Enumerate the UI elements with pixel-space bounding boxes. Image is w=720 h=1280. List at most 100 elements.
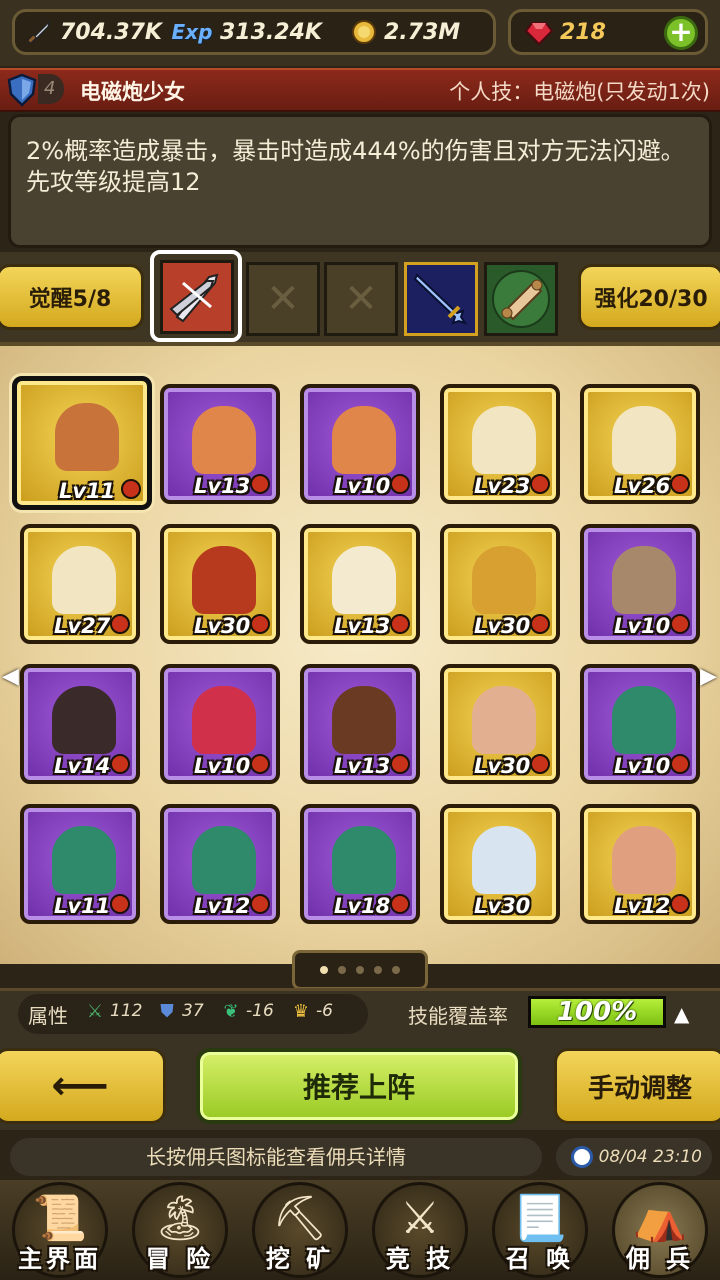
nav-label: 竞 技 xyxy=(385,1245,455,1273)
unit-level: Lv10 xyxy=(614,614,671,638)
page-dot[interactable] xyxy=(392,966,400,974)
unit-card[interactable]: Lv13 xyxy=(160,384,280,504)
exp-resource: Exp 313.24K xyxy=(170,14,322,50)
exp-icon: Exp xyxy=(171,20,213,44)
page-dot[interactable] xyxy=(320,966,328,974)
unit-level: Lv12 xyxy=(194,894,251,918)
unit-portrait xyxy=(332,826,396,894)
attr-power: ⚔ 112 xyxy=(84,1000,143,1022)
unit-portrait xyxy=(472,406,536,474)
expand-up-icon[interactable]: ▲ xyxy=(674,1002,689,1026)
unit-badge-icon xyxy=(250,614,270,634)
unit-badge-icon xyxy=(530,474,550,494)
unit-level: Lv18 xyxy=(334,894,391,918)
nav-summon[interactable]: 📃 召 唤 xyxy=(480,1180,600,1280)
nav-mercenary[interactable]: ⛺ 佣 兵 xyxy=(600,1180,720,1280)
attack-resource: 704.37K xyxy=(24,14,162,50)
unit-level: Lv13 xyxy=(194,474,251,498)
page-dot[interactable] xyxy=(374,966,382,974)
unit-portrait xyxy=(52,546,116,614)
manual-adjust-button[interactable]: 手动调整 xyxy=(554,1048,720,1124)
unit-badge-icon xyxy=(110,614,130,634)
unit-card[interactable]: Lv26 xyxy=(580,384,700,504)
nav-mining[interactable]: ⛏ 挖 矿 xyxy=(240,1180,360,1280)
recommend-button[interactable]: 推荐上阵 xyxy=(196,1048,522,1124)
back-button[interactable]: ⟵ xyxy=(0,1048,166,1124)
unit-badge-icon xyxy=(530,754,550,774)
nav-label: 主界面 xyxy=(18,1245,102,1273)
unit-badge-icon xyxy=(390,474,410,494)
unit-level: Lv30 xyxy=(474,894,531,918)
unit-portrait xyxy=(612,546,676,614)
back-arrow-icon: ⟵ xyxy=(51,1063,109,1109)
unit-portrait xyxy=(192,826,256,894)
unit-card[interactable]: Lv18 xyxy=(300,804,420,924)
unit-card[interactable]: Lv30 xyxy=(440,664,560,784)
nav-main[interactable]: 📜 主界面 xyxy=(0,1180,120,1280)
enhance-button[interactable]: 强化20/30 xyxy=(578,264,720,330)
unit-badge-icon xyxy=(250,754,270,774)
unit-level: Lv30 xyxy=(474,754,531,778)
unit-level: Lv14 xyxy=(54,754,111,778)
equip-slot-4[interactable] xyxy=(404,262,478,336)
gem-value: 218 xyxy=(560,19,606,45)
unit-level: Lv10 xyxy=(614,754,671,778)
unit-portrait xyxy=(192,686,256,754)
unit-badge-icon xyxy=(390,894,410,914)
empty-slot-icon: ✕ xyxy=(266,276,300,322)
unit-card[interactable]: Lv10 xyxy=(580,524,700,644)
unit-card[interactable]: Lv30 xyxy=(440,804,560,924)
unit-portrait xyxy=(332,406,396,474)
equip-slot-5[interactable] xyxy=(484,262,558,336)
selection-frame xyxy=(150,250,242,342)
unit-level: Lv30 xyxy=(474,614,531,638)
unit-card[interactable]: Lv13 xyxy=(300,664,420,784)
unit-card[interactable]: Lv12 xyxy=(580,804,700,924)
personal-skill: 个人技：电磁炮(只发动1次) xyxy=(449,80,710,104)
awaken-button[interactable]: 觉醒5/8 xyxy=(0,264,144,330)
unit-card[interactable]: Lv10 xyxy=(160,664,280,784)
unit-portrait xyxy=(192,406,256,474)
unit-card[interactable]: Lv11 xyxy=(12,376,152,510)
unit-card[interactable]: Lv11 xyxy=(20,804,140,924)
unit-card[interactable]: Lv13 xyxy=(300,524,420,644)
nav-arena[interactable]: ⚔ 竞 技 xyxy=(360,1180,480,1280)
unit-card[interactable]: Lv10 xyxy=(580,664,700,784)
page-indicator xyxy=(292,950,428,990)
page-right-arrow[interactable]: ▶ xyxy=(700,664,717,689)
unit-portrait xyxy=(55,403,119,471)
unit-badge-icon xyxy=(121,479,141,499)
page-dot[interactable] xyxy=(338,966,346,974)
unit-level: Lv11 xyxy=(54,894,111,918)
hint-text: 长按佣兵图标能查看佣兵详情 xyxy=(10,1138,542,1176)
equip-slot-3[interactable]: ✕ xyxy=(324,262,398,336)
unit-level: Lv10 xyxy=(194,754,251,778)
unit-badge-icon xyxy=(670,894,690,914)
page-dot[interactable] xyxy=(356,966,364,974)
unit-portrait xyxy=(332,546,396,614)
unit-badge-icon xyxy=(670,754,690,774)
equip-slot-2[interactable]: ✕ xyxy=(246,262,320,336)
unit-card[interactable]: Lv27 xyxy=(20,524,140,644)
crown-icon: ♛ xyxy=(292,1000,310,1022)
attr-speed-value: -16 xyxy=(246,1001,274,1021)
page-left-arrow[interactable]: ◀ xyxy=(2,664,19,689)
nav-label: 挖 矿 xyxy=(265,1245,335,1273)
gold-value: 2.73M xyxy=(384,19,461,45)
unit-card[interactable]: Lv14 xyxy=(20,664,140,784)
ruby-icon xyxy=(524,17,554,47)
add-gems-button[interactable]: + xyxy=(664,16,698,50)
unit-badge-icon xyxy=(530,614,550,634)
nav-adventure[interactable]: 🏝 冒 险 xyxy=(120,1180,240,1280)
unit-card[interactable]: Lv23 xyxy=(440,384,560,504)
attr-power-value: 112 xyxy=(110,1001,143,1021)
unit-portrait xyxy=(472,686,536,754)
empty-slot-icon: ✕ xyxy=(344,276,378,322)
rank-badge: 4 xyxy=(38,74,64,104)
unit-card[interactable]: Lv30 xyxy=(440,524,560,644)
shield-icon xyxy=(4,72,40,108)
unit-card[interactable]: Lv12 xyxy=(160,804,280,924)
coverage-value: 100% xyxy=(556,997,638,1027)
unit-card[interactable]: Lv10 xyxy=(300,384,420,504)
unit-card[interactable]: Lv30 xyxy=(160,524,280,644)
